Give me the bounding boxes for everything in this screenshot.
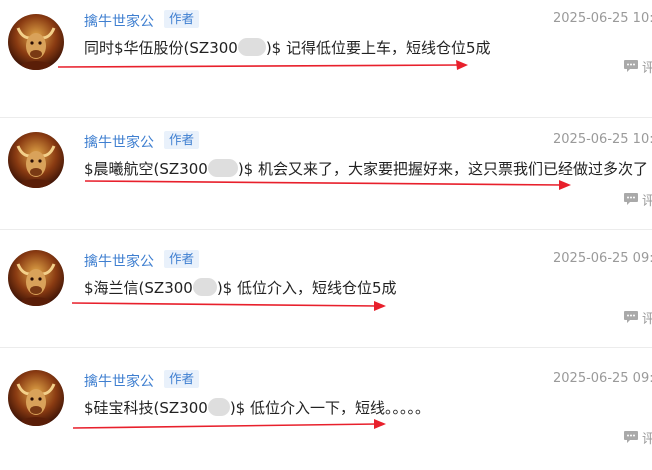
avatar[interactable] — [8, 14, 64, 70]
reply-button[interactable]: 评 — [623, 308, 652, 327]
redacted-code — [207, 398, 230, 416]
redacted-code — [237, 38, 266, 56]
post-text-end: )$ 机会又来了，大家要把握好来，这只票我们已经做过多次了 — [237, 160, 648, 178]
post-timestamp: 2025-06-25 10:4 — [553, 132, 652, 147]
author-badge: 作者 — [164, 10, 200, 28]
author-name[interactable]: 擒牛世家公 — [84, 371, 154, 391]
avatar[interactable] — [8, 132, 64, 188]
post-text-start: $海兰信(SZ300 — [84, 279, 193, 297]
post-timestamp: 2025-06-25 09:3 — [553, 371, 652, 386]
redacted-code — [207, 159, 238, 177]
reply-label: 评 — [642, 61, 652, 76]
comment-icon — [624, 193, 638, 205]
comment-icon — [624, 311, 638, 323]
author-name[interactable]: 擒牛世家公 — [84, 251, 154, 271]
comment-post: 擒牛世家公 作者 2025-06-25 09:4 $海兰信(SZ300 )$ 低位… — [0, 230, 652, 348]
author-name[interactable]: 擒牛世家公 — [84, 132, 154, 152]
comment-post: 擒牛世家公 作者 2025-06-25 09:3 $硅宝科技(SZ300 )$ 低… — [0, 352, 652, 470]
reply-label: 评 — [642, 432, 652, 447]
author-badge: 作者 — [164, 131, 200, 149]
reply-button[interactable]: 评 — [623, 190, 652, 209]
comment-post: 擒牛世家公 作者 2025-06-25 10:4 $晨曦航空(SZ300 )$ 机… — [0, 112, 652, 230]
post-timestamp: 2025-06-25 10:5 — [553, 11, 652, 26]
author-badge: 作者 — [164, 370, 200, 388]
comment-post: 擒牛世家公 作者 2025-06-25 10:5 同时$华伍股份(SZ300 )$… — [0, 0, 652, 118]
comment-icon — [624, 60, 638, 72]
post-text-start: $晨曦航空(SZ300 — [84, 160, 208, 178]
post-text-start: 同时$华伍股份(SZ300 — [84, 39, 238, 57]
comment-icon — [624, 431, 638, 443]
reply-label: 评 — [642, 312, 652, 327]
post-text: $晨曦航空(SZ300 )$ 机会又来了，大家要把握好来，这只票我们已经做过多次了 — [84, 158, 648, 179]
author-badge: 作者 — [164, 250, 200, 268]
post-text: 同时$华伍股份(SZ300 )$ 记得低位要上车，短线仓位5成 — [84, 37, 491, 58]
post-text-end: )$ 记得低位要上车，短线仓位5成 — [265, 39, 491, 57]
post-text-start: $硅宝科技(SZ300 — [84, 399, 208, 417]
post-text: $硅宝科技(SZ300 )$ 低位介入一下，短线。。。。。 — [84, 397, 430, 418]
reply-button[interactable]: 评 — [623, 57, 652, 76]
post-timestamp: 2025-06-25 09:4 — [553, 251, 652, 266]
redacted-code — [192, 278, 217, 296]
post-text-end: )$ 低位介入，短线仓位5成 — [216, 279, 397, 297]
post-text: $海兰信(SZ300 )$ 低位介入，短线仓位5成 — [84, 277, 397, 298]
reply-button[interactable]: 评 — [623, 428, 652, 447]
author-name[interactable]: 擒牛世家公 — [84, 11, 154, 31]
reply-label: 评 — [642, 194, 652, 209]
avatar[interactable] — [8, 370, 64, 426]
post-text-end: )$ 低位介入一下，短线。。。。。 — [229, 399, 430, 417]
avatar[interactable] — [8, 250, 64, 306]
